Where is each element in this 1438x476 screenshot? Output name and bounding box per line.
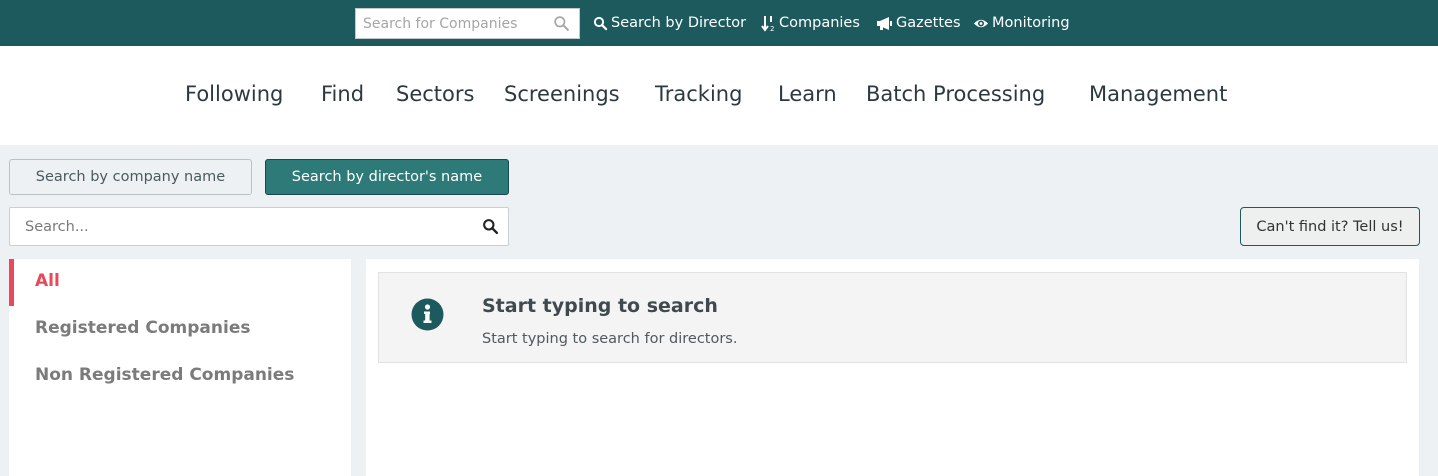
nav-sectors[interactable]: Sectors (396, 82, 474, 106)
megaphone-icon (877, 16, 892, 30)
gazettes-link[interactable]: Gazettes (876, 13, 961, 33)
search-by-company-button[interactable]: Search by company name (9, 159, 252, 195)
tell-us-button[interactable]: Can't find it? Tell us! (1240, 207, 1420, 246)
nav-tracking[interactable]: Tracking (655, 82, 742, 106)
top-bar: Search by Director 2 Companies Gazettes … (0, 0, 1438, 46)
info-icon (411, 298, 444, 331)
sort-icon: 2 (761, 15, 774, 32)
tell-us-label: Can't find it? Tell us! (1256, 218, 1404, 235)
nav-learn[interactable]: Learn (778, 82, 837, 106)
nav-find[interactable]: Find (321, 82, 364, 106)
info-title: Start typing to search (482, 295, 718, 317)
companies-link[interactable]: 2 Companies (761, 13, 860, 33)
filter-registered-companies[interactable]: Registered Companies (35, 318, 250, 338)
search-by-director-link[interactable]: Search by Director (593, 13, 746, 33)
filter-sidebar: All Registered Companies Non Registered … (9, 259, 351, 476)
main-nav: Following Find Sectors Screenings Tracki… (0, 46, 1438, 145)
search-by-director-label: Search by Director (611, 15, 747, 31)
search-by-director-button[interactable]: Search by director's name (265, 159, 509, 195)
nav-screenings[interactable]: Screenings (504, 82, 620, 106)
search-by-company-label: Search by company name (35, 169, 226, 185)
nav-management[interactable]: Management (1089, 82, 1227, 106)
active-item-indicator (9, 259, 14, 306)
top-search-input[interactable] (356, 9, 546, 38)
filter-non-registered-companies[interactable]: Non Registered Companies (35, 365, 294, 385)
search-icon[interactable] (482, 218, 499, 235)
search-by-director-button-label: Search by director's name (291, 169, 483, 185)
info-text: Start typing to search for directors. (482, 331, 738, 347)
results-panel: Start typing to search Start typing to s… (366, 259, 1419, 476)
svg-text:2: 2 (770, 25, 774, 32)
monitoring-label: Monitoring (992, 15, 1070, 31)
top-search-box (355, 8, 580, 39)
search-icon[interactable] (553, 15, 570, 32)
nav-batch-processing[interactable]: Batch Processing (866, 82, 1045, 106)
companies-label: Companies (779, 15, 860, 31)
gazettes-label: Gazettes (896, 15, 961, 31)
eye-icon (974, 19, 988, 27)
monitoring-link[interactable]: Monitoring (973, 13, 1070, 33)
director-search-box (9, 207, 509, 246)
info-message: Start typing to search Start typing to s… (378, 272, 1407, 363)
director-search-input[interactable] (10, 208, 470, 245)
search-icon (593, 16, 608, 30)
nav-following[interactable]: Following (185, 82, 283, 106)
filter-all[interactable]: All (35, 271, 60, 291)
